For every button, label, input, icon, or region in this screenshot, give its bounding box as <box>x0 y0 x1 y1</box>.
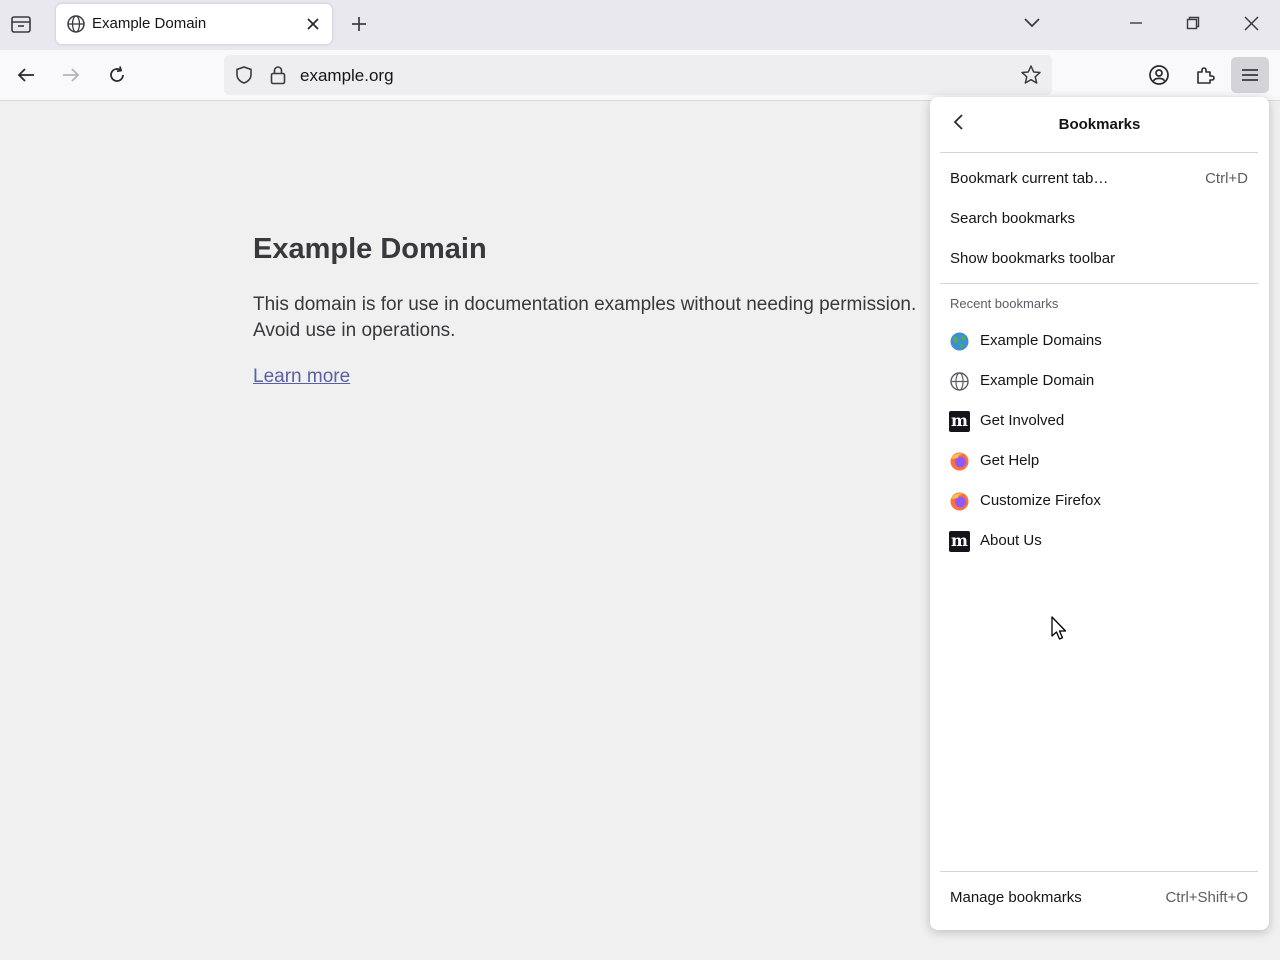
close-window-button[interactable] <box>1237 10 1265 36</box>
bookmark-label: Example Domains <box>980 332 1102 349</box>
bookmark-star-icon[interactable] <box>1020 64 1042 86</box>
hamburger-menu-icon <box>1241 67 1259 83</box>
address-bar[interactable]: example.org <box>224 55 1052 95</box>
show-bookmarks-toolbar-item[interactable]: Show bookmarks toolbar <box>940 241 1258 277</box>
tab-strip: Example Domain <box>0 0 1280 50</box>
globe-color-icon <box>949 331 970 352</box>
bookmark-example-domains[interactable]: Example Domains <box>940 323 1258 359</box>
bookmark-label: Customize Firefox <box>980 492 1101 509</box>
mozilla-m-logo-icon: m <box>949 531 970 552</box>
menu-item-label: Bookmark current tab… <box>950 170 1109 187</box>
app-menu-button[interactable] <box>1231 57 1269 93</box>
divider <box>940 283 1258 284</box>
bookmark-customize-firefox[interactable]: Customize Firefox <box>940 483 1258 519</box>
recent-bookmarks-header: Recent bookmarks <box>950 296 1059 311</box>
plus-icon <box>350 15 368 33</box>
bookmark-label: Get Involved <box>980 412 1065 429</box>
bookmark-about-us[interactable]: m About Us <box>940 523 1258 559</box>
menu-item-label: Show bookmarks toolbar <box>950 250 1116 267</box>
firefox-icon <box>949 491 970 512</box>
manage-bookmarks-item[interactable]: Manage bookmarks Ctrl+Shift+O <box>940 880 1258 916</box>
tab-title: Example Domain <box>92 15 207 32</box>
shortcut-label: Ctrl+D <box>1205 170 1248 187</box>
firefox-view-icon <box>10 14 32 34</box>
mouse-pointer-icon <box>1050 616 1068 642</box>
menu-item-label: Manage bookmarks <box>950 889 1082 906</box>
account-button[interactable] <box>1144 60 1174 90</box>
globe-icon <box>949 371 970 392</box>
bookmark-get-involved[interactable]: m Get Involved <box>940 403 1258 439</box>
bookmark-label: Example Domain <box>980 372 1095 389</box>
navigation-toolbar: example.org <box>0 50 1280 101</box>
forward-button[interactable] <box>56 60 86 90</box>
divider <box>940 152 1258 153</box>
minimize-icon <box>1129 16 1143 30</box>
close-icon <box>1243 15 1259 31</box>
lock-icon[interactable] <box>268 64 288 86</box>
account-icon <box>1148 64 1170 86</box>
restore-button[interactable] <box>1179 10 1207 36</box>
mozilla-m-logo-icon: m <box>949 411 970 432</box>
url-text[interactable]: example.org <box>300 66 394 86</box>
back-arrow-icon <box>16 65 36 85</box>
firefox-icon <box>949 451 970 472</box>
close-tab-icon[interactable] <box>302 13 324 35</box>
restore-icon <box>1186 16 1200 30</box>
tab-example-domain[interactable]: Example Domain <box>56 4 332 44</box>
panel-title: Bookmarks <box>1058 116 1141 133</box>
menu-item-label: Search bookmarks <box>950 210 1076 227</box>
puzzle-piece-icon <box>1194 64 1216 86</box>
firefox-view-button[interactable] <box>8 12 34 36</box>
bookmarks-panel: Bookmarks Bookmark current tab… Ctrl+D S… <box>930 97 1269 930</box>
extensions-button[interactable] <box>1190 60 1220 90</box>
bookmark-label: Get Help <box>980 452 1040 469</box>
minimize-button[interactable] <box>1122 10 1150 36</box>
divider <box>940 871 1258 872</box>
back-button[interactable] <box>11 60 41 90</box>
chevron-down-icon <box>1023 17 1041 29</box>
learn-more-link[interactable]: Learn more <box>253 366 350 388</box>
bookmark-current-tab-item[interactable]: Bookmark current tab… Ctrl+D <box>940 161 1258 197</box>
reload-button[interactable] <box>102 60 132 90</box>
bookmark-get-help[interactable]: Get Help <box>940 443 1258 479</box>
bookmark-example-domain[interactable]: Example Domain <box>940 363 1258 399</box>
forward-arrow-icon <box>61 65 81 85</box>
list-all-tabs-button[interactable] <box>1018 10 1046 36</box>
reload-icon <box>107 65 127 85</box>
shortcut-label: Ctrl+Shift+O <box>1165 889 1248 906</box>
search-bookmarks-item[interactable]: Search bookmarks <box>940 201 1258 237</box>
tracking-protection-shield-icon[interactable] <box>234 65 254 85</box>
globe-icon <box>66 14 86 34</box>
page-heading: Example Domain <box>253 233 487 265</box>
page-paragraph: This domain is for use in documentation … <box>253 294 917 341</box>
bookmark-label: About Us <box>980 532 1042 549</box>
new-tab-button[interactable] <box>346 11 372 37</box>
